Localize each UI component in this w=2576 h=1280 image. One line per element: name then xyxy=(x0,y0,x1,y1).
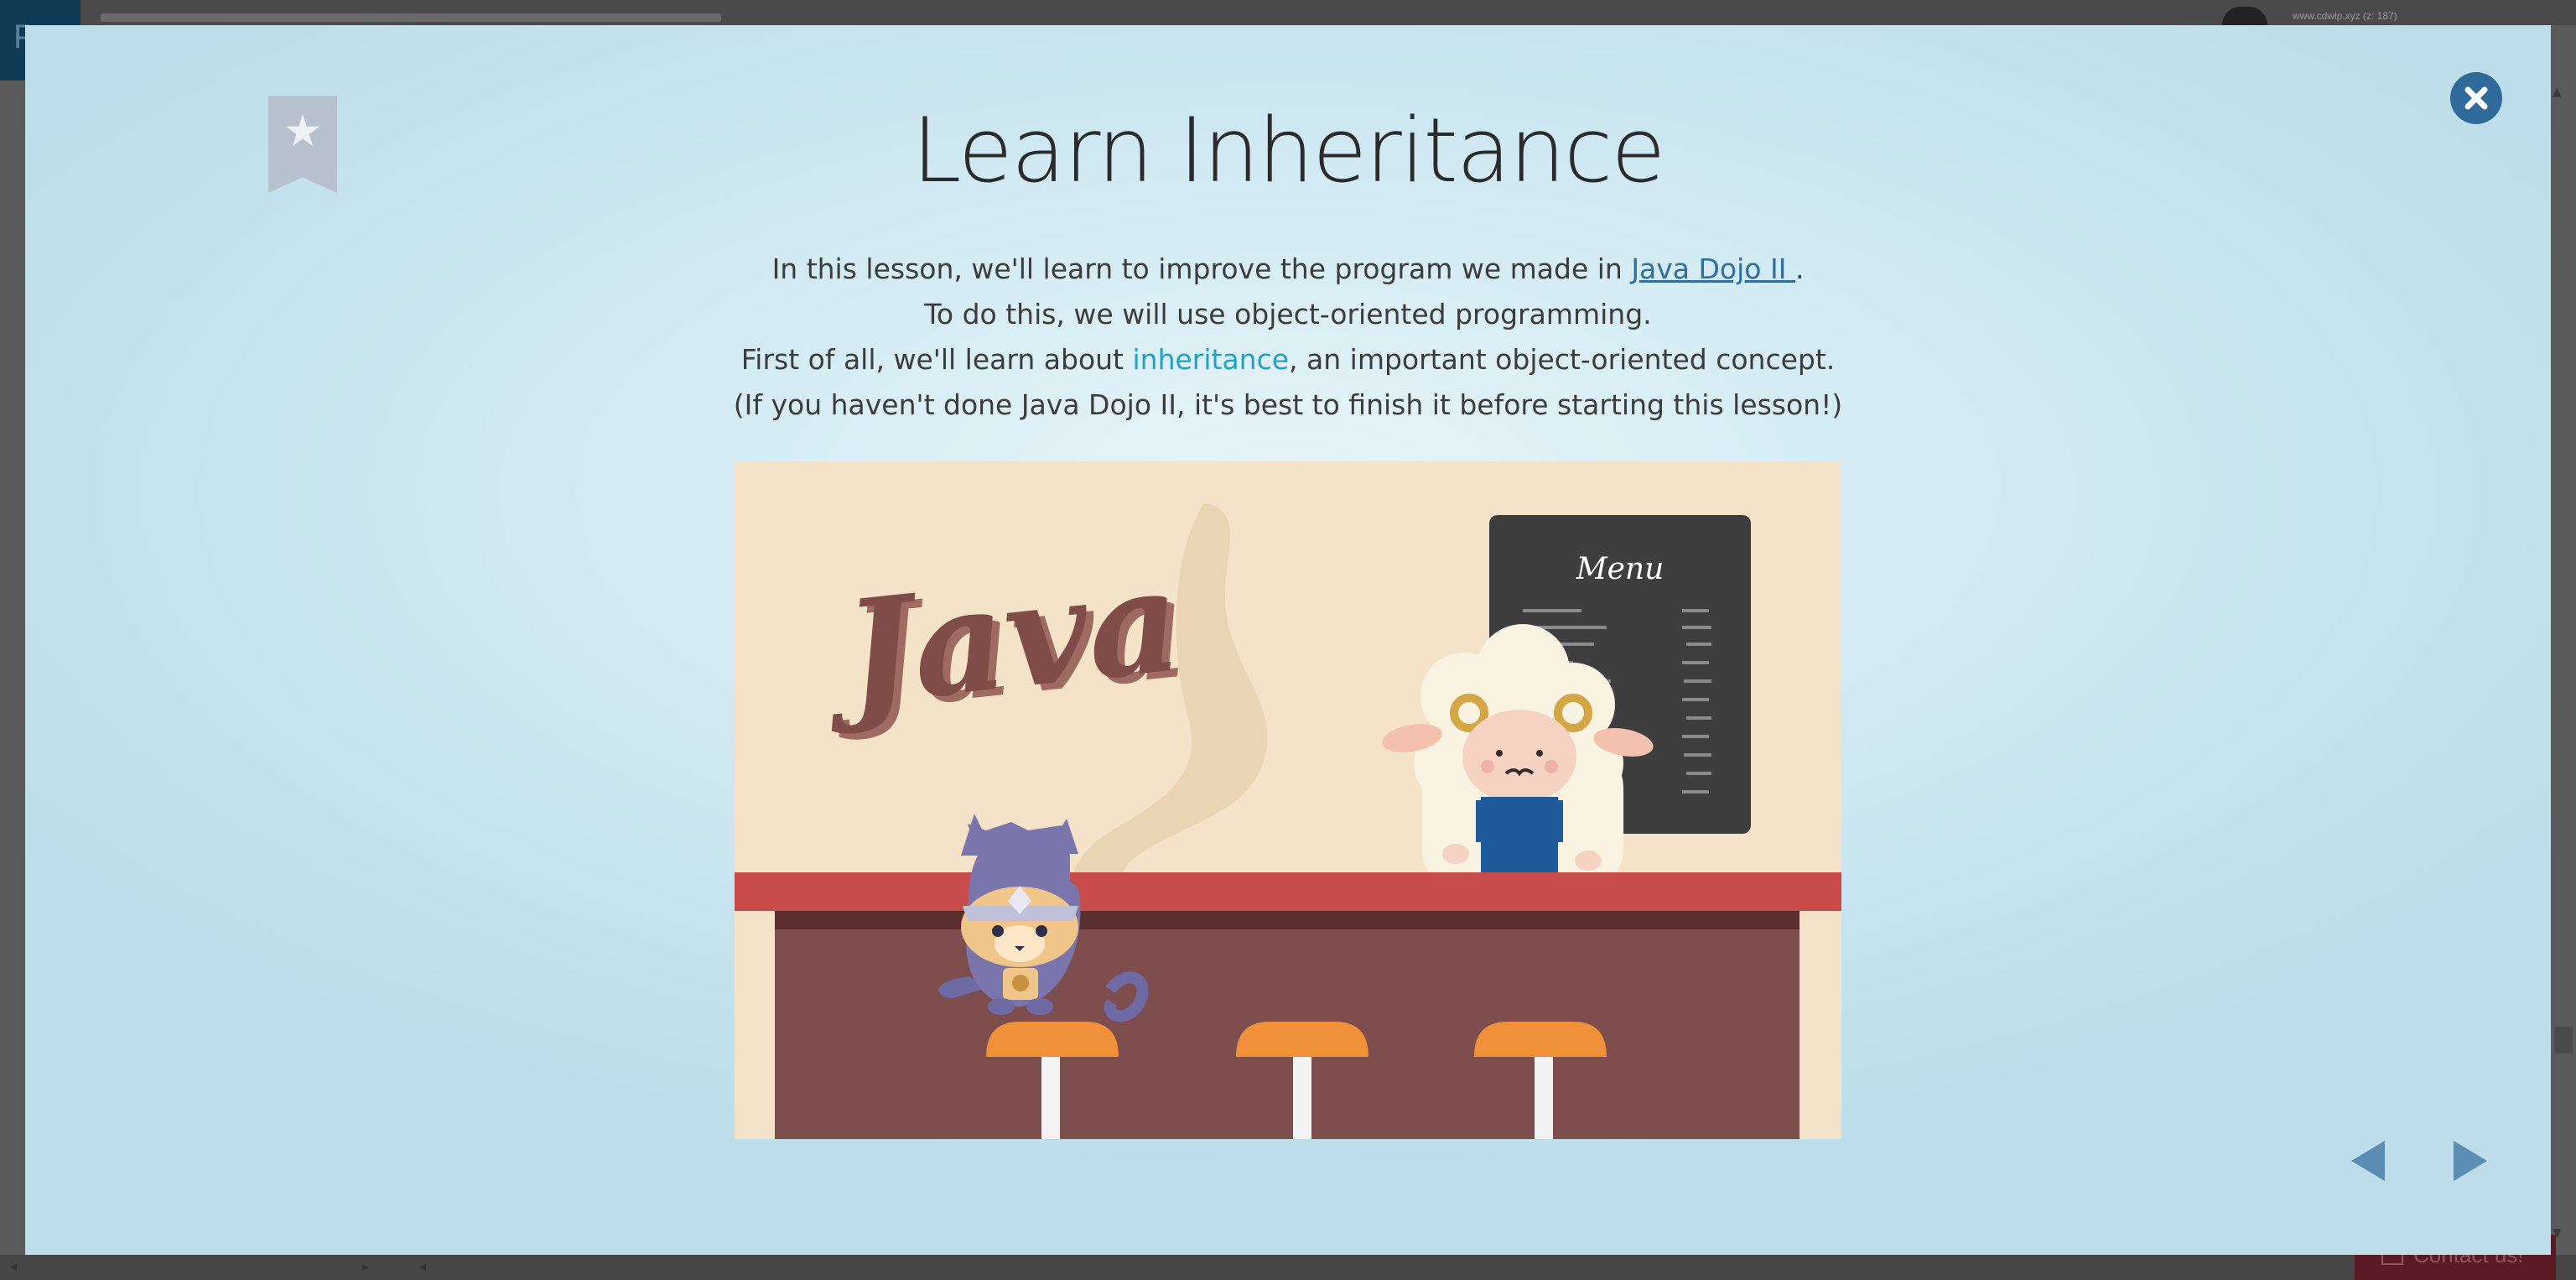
java-cafe-scene: Java Java Menu xyxy=(735,503,1841,1139)
description-text: , an important object-oriented concept. xyxy=(1289,343,1836,376)
arrow-right-icon xyxy=(2454,1141,2487,1181)
counter-shadow xyxy=(775,911,1800,929)
background-scroll-left-icon-2: ◂ xyxy=(419,1258,427,1274)
background-bottom-strip xyxy=(0,1255,2576,1280)
background-search-bar xyxy=(101,13,721,22)
background-url-text: www.cdwip.xyz (z: 187) xyxy=(2293,10,2397,22)
description-text: . xyxy=(1794,252,1805,285)
scroll-up-arrow-icon: ▲ xyxy=(2553,86,2562,99)
description-line-3: First of all, we'll learn about inherita… xyxy=(25,337,2551,382)
description-text: First of all, we'll learn about xyxy=(740,343,1133,376)
lesson-modal: Learn Inheritance In this lesson, we'll … xyxy=(25,25,2551,1255)
background-scroll-left-icon: ◂ xyxy=(10,1258,18,1274)
previous-button[interactable] xyxy=(2348,1137,2388,1184)
lesson-title: Learn Inheritance xyxy=(911,99,1665,202)
java-dojo-ii-link[interactable]: Java Dojo II xyxy=(1631,252,1795,285)
description-text: In this lesson, we'll learn to improve t… xyxy=(771,252,1632,285)
inheritance-term: inheritance xyxy=(1132,343,1290,376)
background-scroll-right-icon: ▸ xyxy=(362,1258,370,1274)
lesson-description: In this lesson, we'll learn to improve t… xyxy=(25,247,2551,428)
lesson-illustration: Java Java Menu xyxy=(735,461,1841,1139)
description-line-2: To do this, we will use object-oriented … xyxy=(924,298,1652,330)
description-line-4: (If you haven't done Java Dojo II, it's … xyxy=(733,388,1843,421)
menu-title: Menu xyxy=(1576,552,1665,586)
next-button[interactable] xyxy=(2450,1137,2490,1184)
background-scrollbar-thumb xyxy=(2554,1027,2573,1054)
counter-top xyxy=(735,872,1841,911)
description-line-1: In this lesson, we'll learn to improve t… xyxy=(25,247,2551,292)
arrow-left-icon xyxy=(2351,1141,2385,1181)
